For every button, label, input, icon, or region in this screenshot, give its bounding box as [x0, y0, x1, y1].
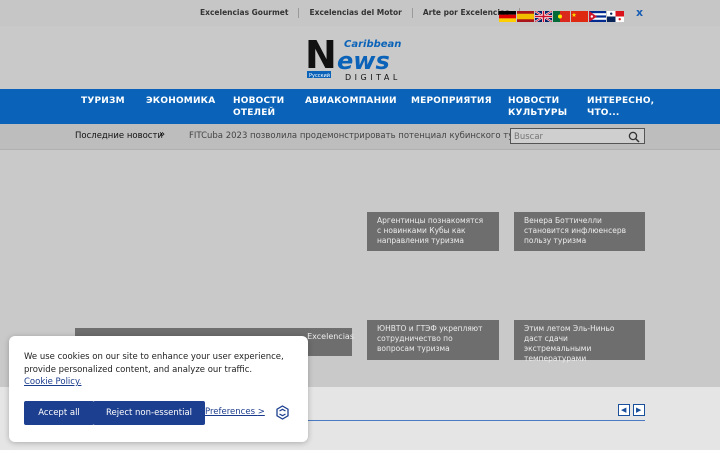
main-nav: ТУРИЗМ ЭКОНОМИКА НОВОСТИ ОТЕЛЕЙ АВИАКОМПА…	[0, 89, 720, 124]
cookie-policy-link[interactable]: Cookie Policy.	[24, 377, 82, 387]
logo-line2: ews	[337, 47, 390, 75]
logo-language-tag: Русский	[309, 72, 330, 79]
search-icon[interactable]	[628, 131, 640, 143]
nav-label: НОВОСТИ	[233, 96, 285, 106]
cookie-message: We use cookies on our site to enhance yo…	[24, 351, 294, 389]
chevron-right-icon: >	[257, 407, 265, 417]
breaking-news-headline[interactable]: FITCuba 2023 позволила продемонстрироват…	[189, 131, 540, 141]
nav-item-tourism[interactable]: ТУРИЗМ	[81, 95, 125, 107]
cuba-flag-icon[interactable]	[589, 7, 606, 22]
nav-label: ЧТО...	[587, 108, 620, 118]
nav-item-economy[interactable]: ЭКОНОМИКА	[146, 95, 215, 107]
chevron-left-icon: ◀	[621, 406, 627, 414]
cookie-message-text: We use cookies on our site to enhance yo…	[24, 352, 284, 375]
nav-item-hotel-news[interactable]: НОВОСТИ ОТЕЛЕЙ	[233, 95, 284, 119]
site-header: N Caribbean ews Русский DIGITAL	[0, 26, 720, 89]
nav-item-airlines[interactable]: АВИАКОМПАНИИ	[305, 95, 397, 107]
caribbean-news-logo[interactable]: N Caribbean ews Русский DIGITAL	[305, 37, 423, 82]
nav-label: НОВОСТИ	[508, 96, 560, 106]
reject-non-essential-button[interactable]: Reject non-essential	[93, 401, 205, 425]
preferences-link[interactable]: Preferences >	[205, 407, 265, 417]
news-card-title: ЮНВТО и ГТЭФ укрепляют сотрудничество по…	[377, 324, 483, 353]
news-card-title: Венера Боттичелли становится инфлюенсерв…	[524, 216, 626, 245]
search-input[interactable]	[514, 130, 624, 143]
nav-label: ИНТЕРЕСНО,	[587, 96, 655, 106]
top-utility-bar: Excelencias Gourmet Excelencias del Moto…	[0, 0, 720, 26]
chevron-right-icon: ▶	[636, 406, 642, 414]
nav-item-events[interactable]: МЕРОПРИЯТИЯ	[411, 95, 492, 107]
nav-label: ТУРИЗМ	[81, 96, 125, 106]
breaking-news-label: Последние новости	[75, 131, 163, 141]
close-icon[interactable]: x	[636, 6, 643, 19]
nav-label: АВИАКОМПАНИИ	[305, 96, 397, 106]
portugal-flag-icon[interactable]	[553, 7, 570, 22]
link-excelencias-gourmet[interactable]: Excelencias Gourmet	[190, 8, 300, 18]
news-card-title: Аргентинцы познакомятся с новинками Кубы…	[377, 216, 484, 245]
uk-flag-icon[interactable]	[534, 7, 553, 23]
nav-item-interesting[interactable]: ИНТЕРЕСНО, ЧТО...	[587, 95, 654, 119]
partner-links: Excelencias Gourmet Excelencias del Moto…	[190, 0, 521, 26]
nav-label: ОТЕЛЕЙ	[233, 108, 276, 118]
nav-item-culture-news[interactable]: НОВОСТИ КУЛЬТУРЫ	[508, 95, 567, 119]
logo-sub: DIGITAL	[345, 73, 401, 82]
cookie-consent-banner: We use cookies on our site to enhance yo…	[9, 336, 308, 442]
section-divider	[305, 420, 645, 421]
preferences-label: Preferences	[205, 407, 255, 417]
china-flag-icon[interactable]	[571, 7, 588, 22]
nav-label: МЕРОПРИЯТИЯ	[411, 96, 492, 106]
breaking-news-bar: Последние новости » FITCuba 2023 позволи…	[0, 124, 720, 150]
news-card[interactable]: Этим летом Эль-Ниньо даст сдачи экстрема…	[514, 320, 645, 363]
slider-next-button[interactable]: ▶	[633, 404, 645, 416]
nav-label: КУЛЬТУРЫ	[508, 108, 568, 118]
double-chevron-right-icon: »	[159, 129, 166, 140]
news-card[interactable]: Венера Боттичелли становится инфлюенсерв…	[514, 212, 645, 251]
search-box	[510, 128, 645, 144]
slider-prev-button[interactable]: ◀	[618, 404, 630, 416]
germany-flag-icon[interactable]	[499, 7, 516, 22]
news-card[interactable]: Аргентинцы познакомятся с новинками Кубы…	[367, 212, 499, 251]
consent-provider-logo-icon[interactable]	[275, 405, 290, 420]
nav-label: ЭКОНОМИКА	[146, 96, 216, 106]
panama-flag-icon[interactable]	[607, 7, 624, 22]
hero-caption-text: Excelencias	[307, 332, 354, 341]
spain-flag-icon[interactable]	[517, 7, 534, 22]
link-excelencias-motor[interactable]: Excelencias del Motor	[299, 8, 413, 18]
language-selector	[499, 7, 624, 23]
news-card-title: Этим летом Эль-Ниньо даст сдачи экстрема…	[524, 324, 615, 363]
news-card[interactable]: ЮНВТО и ГТЭФ укрепляют сотрудничество по…	[367, 320, 499, 360]
accept-all-button[interactable]: Accept all	[24, 401, 94, 425]
